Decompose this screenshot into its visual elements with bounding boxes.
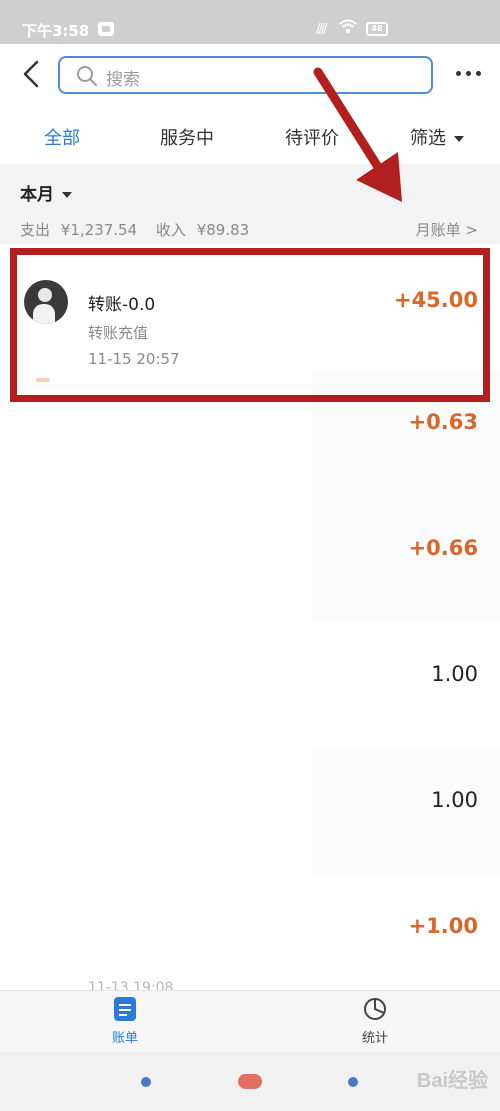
- nav-bills[interactable]: 账单: [85, 997, 165, 1046]
- nav-bills-label: 账单: [111, 1031, 138, 1046]
- status-time: 下午3:58: [22, 22, 90, 40]
- tab-all[interactable]: 全部: [44, 124, 80, 150]
- search-placeholder: 搜索: [106, 70, 140, 90]
- month-selector[interactable]: 本月: [20, 180, 72, 205]
- expense-label: 支出: [20, 221, 51, 239]
- status-bar: 下午3:58 //// 48: [0, 0, 500, 44]
- income-label: 收入: [155, 221, 186, 239]
- system-nav-bar: Bai经验: [0, 1052, 500, 1111]
- home-button[interactable]: [238, 1074, 262, 1089]
- caret-down-icon: [62, 192, 72, 198]
- bill-icon: [114, 997, 136, 1021]
- recent-apps-button[interactable]: [141, 1077, 151, 1087]
- transaction-amount: 1.00: [431, 788, 478, 812]
- transaction-amount: +0.66: [408, 536, 478, 560]
- tab-in-service[interactable]: 服务中: [160, 124, 214, 150]
- transaction-amount: 1.00: [431, 662, 478, 686]
- bottom-nav: 账单 统计: [0, 990, 500, 1052]
- highlight-box: [10, 248, 490, 402]
- transaction-row[interactable]: +1.00: [0, 874, 500, 1000]
- transaction-row[interactable]: +0.66: [0, 496, 500, 622]
- month-summary-section: 本月 支出 ¥1,237.54 收入 ¥89.83 月账单 >: [0, 164, 500, 244]
- back-button[interactable]: [348, 1077, 358, 1087]
- notification-icon: [98, 22, 114, 36]
- filter-tabs: 全部 服务中 待评价 筛选: [0, 106, 500, 164]
- income-value: ¥89.83: [196, 221, 250, 239]
- expense-value: ¥1,237.54: [60, 221, 138, 239]
- month-totals: 支出 ¥1,237.54 收入 ¥89.83: [20, 219, 255, 240]
- back-icon[interactable]: [20, 59, 44, 89]
- more-icon[interactable]: [456, 71, 482, 79]
- transaction-row[interactable]: 1.00: [0, 622, 500, 748]
- nav-stats[interactable]: 统计: [335, 997, 415, 1046]
- caret-down-icon: [454, 136, 464, 142]
- transaction-amount: +1.00: [408, 914, 478, 938]
- monthly-bill-link[interactable]: 月账单 >: [416, 219, 478, 240]
- nav-stats-label: 统计: [361, 1031, 388, 1046]
- pie-chart-icon: [364, 998, 386, 1020]
- signal-icon: ////: [316, 22, 327, 37]
- search-icon: [77, 66, 97, 86]
- annotation-arrow-icon: [313, 67, 402, 202]
- wifi-icon: [339, 19, 357, 33]
- battery-icon: 48: [366, 22, 388, 36]
- top-bar: 搜索: [0, 44, 500, 106]
- transaction-row[interactable]: 1.00: [0, 748, 500, 874]
- month-title: 本月: [20, 185, 54, 205]
- transaction-amount: +0.63: [408, 410, 478, 434]
- watermark: Bai经验: [416, 1070, 488, 1092]
